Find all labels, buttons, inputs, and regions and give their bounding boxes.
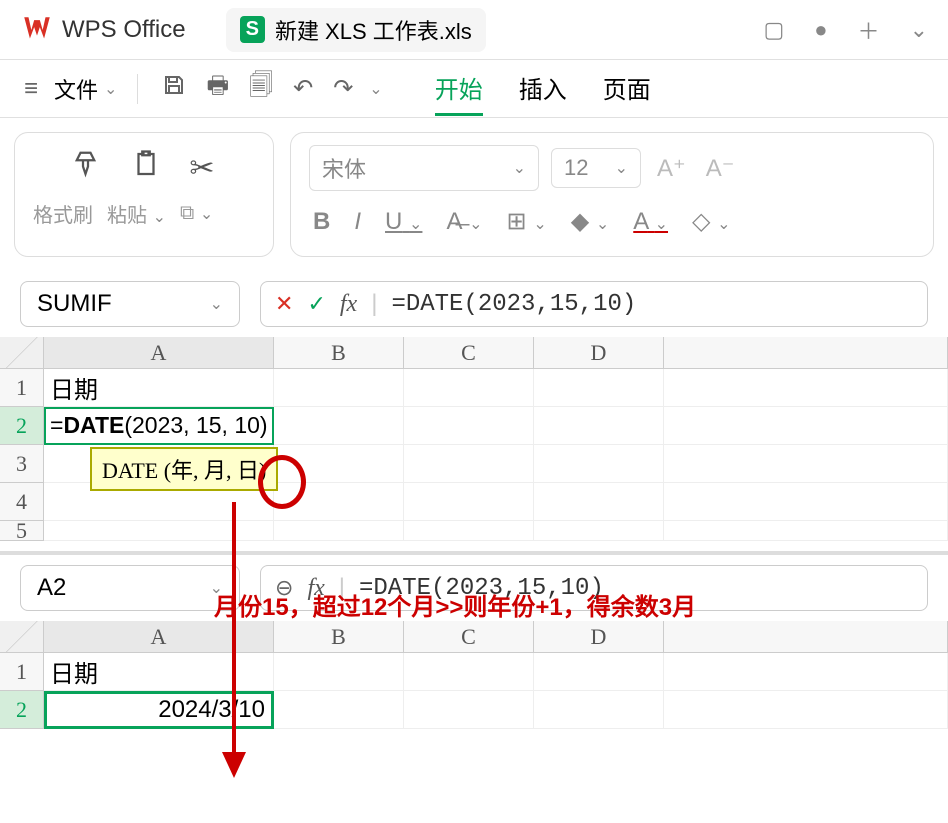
grid-2: A B C D 1 日期 2 2024/3/10 (0, 621, 948, 729)
more-quick-icon[interactable]: ⌄ (369, 79, 382, 99)
fx-icon[interactable]: fx (340, 291, 357, 318)
file-menu[interactable]: 文件⌄ (54, 73, 117, 105)
app-name: WPS Office (62, 16, 186, 44)
bold-button[interactable]: B (313, 208, 330, 236)
document-tab-label: 新建 XLS 工作表.xls (275, 14, 472, 46)
name-box-1[interactable]: SUMIF⌄ (20, 281, 240, 327)
eraser-button[interactable]: ◇ ⌄ (692, 207, 731, 236)
cell-D1[interactable] (534, 369, 664, 407)
annotation-circle (258, 455, 306, 509)
row-header-2[interactable]: 2 (0, 407, 44, 445)
formula-input-1[interactable]: ✕ ✓ fx | =DATE(2023,15,10) (260, 281, 928, 327)
col-header-D-2[interactable]: D (534, 621, 664, 653)
increase-font-icon[interactable]: A⁺ (653, 154, 690, 183)
cell-C1[interactable] (404, 369, 534, 407)
cell-C2[interactable] (404, 407, 534, 445)
ribbon: ✂ 格式刷 粘贴 ⌄ ⧉ ⌄ 宋体⌄ 12⌄ A⁺ A⁻ B I U ⌄ A̶ … (0, 118, 948, 271)
cell-A2b[interactable]: 2024/3/10 (44, 691, 274, 729)
col-header-C-2[interactable]: C (404, 621, 534, 653)
confirm-formula-icon[interactable]: ✓ (307, 291, 325, 317)
font-name-select[interactable]: 宋体⌄ (309, 145, 539, 191)
annotation-text: 月份15，超过12个月>>则年份+1，得余数3月 (214, 587, 696, 622)
col-header-D[interactable]: D (534, 337, 664, 369)
document-tab[interactable]: S 新建 XLS 工作表.xls (226, 8, 486, 52)
col-header-B[interactable]: B (274, 337, 404, 369)
paste-icon[interactable] (131, 149, 161, 187)
font-group: 宋体⌄ 12⌄ A⁺ A⁻ B I U ⌄ A̶ ⌄ ⊞ ⌄ ◆ ⌄ A ⌄ ◇… (290, 132, 934, 257)
cancel-formula-icon[interactable]: ✕ (275, 291, 293, 317)
cut-icon[interactable]: ✂ (189, 151, 214, 186)
row-header-1b[interactable]: 1 (0, 653, 44, 691)
fill-color-button[interactable]: ◆ ⌄ (571, 207, 610, 236)
cell-A2-editing[interactable]: =DATE(2023, 15, 10) (44, 407, 274, 445)
row-header-4[interactable]: 4 (0, 483, 44, 521)
border-button[interactable]: ⊞ ⌄ (507, 207, 547, 236)
cell-B2[interactable] (274, 407, 404, 445)
formula-bar-1: SUMIF⌄ ✕ ✓ fx | =DATE(2023,15,10) (0, 271, 948, 337)
print-preview-icon[interactable]: 🗐 (245, 64, 277, 113)
brush-label[interactable]: 格式刷 (33, 199, 93, 228)
name-box-2[interactable]: A2⌄ (20, 565, 240, 611)
dot-icon[interactable]: ● (814, 17, 827, 43)
save-icon[interactable] (158, 69, 190, 108)
title-bar: WPS Office S 新建 XLS 工作表.xls ▢ ● ＋ ⌄ (0, 0, 948, 60)
function-tooltip: DATE (年, 月, 日) (90, 447, 278, 491)
col-header-rest[interactable] (664, 337, 948, 369)
col-header-A[interactable]: A (44, 337, 274, 369)
decrease-font-icon[interactable]: A⁻ (702, 154, 739, 183)
underline-button[interactable]: U ⌄ (385, 208, 422, 236)
row-header-3[interactable]: 3 (0, 445, 44, 483)
select-all-corner-2[interactable] (0, 621, 44, 653)
col-header-A-2[interactable]: A (44, 621, 274, 653)
menu-bar: ≡ 文件⌄ 🖶 🗐 ↶ ↷ ⌄ 开始 插入 页面 (0, 60, 948, 118)
sheet-icon: S (240, 16, 265, 43)
clipboard-group: ✂ 格式刷 粘贴 ⌄ ⧉ ⌄ (14, 132, 274, 257)
window-layout-icon[interactable]: ▢ (763, 17, 784, 43)
add-tab-button[interactable]: ＋ (858, 14, 880, 46)
cell-D2[interactable] (534, 407, 664, 445)
wps-logo-icon (20, 13, 54, 47)
col-header-C[interactable]: C (404, 337, 534, 369)
tab-page[interactable]: 页面 (603, 62, 651, 116)
undo-icon[interactable]: ↶ (289, 70, 317, 107)
row-header-1[interactable]: 1 (0, 369, 44, 407)
brush-icon[interactable] (73, 149, 103, 187)
select-all-corner[interactable] (0, 337, 44, 369)
copy-icon[interactable]: ⧉ ⌄ (180, 202, 213, 225)
col-header-B-2[interactable]: B (274, 621, 404, 653)
font-size-select[interactable]: 12⌄ (551, 148, 641, 188)
cell-A1b[interactable]: 日期 (44, 653, 274, 691)
print-icon[interactable]: 🖶 (202, 64, 233, 113)
more-icon[interactable]: ⌄ (910, 17, 928, 43)
tab-insert[interactable]: 插入 (519, 62, 567, 116)
cell-A1[interactable]: 日期 (44, 369, 274, 407)
paste-label[interactable]: 粘贴 ⌄ (107, 199, 166, 228)
redo-icon[interactable]: ↷ (329, 70, 357, 107)
formula-text-1[interactable]: =DATE(2023,15,10) (391, 291, 636, 318)
grid-1: A B C D 1 日期 2 =DATE(2023, 15, 10) (0, 337, 948, 547)
tab-start[interactable]: 开始 (435, 62, 483, 116)
row-header-2b[interactable]: 2 (0, 691, 44, 729)
italic-button[interactable]: I (354, 208, 361, 236)
row-header-5[interactable]: 5 (0, 521, 44, 541)
cell-B1[interactable] (274, 369, 404, 407)
menu-icon[interactable]: ≡ (20, 71, 42, 107)
font-style-button[interactable]: A̶ ⌄ (446, 208, 482, 236)
font-color-button[interactable]: A ⌄ (633, 208, 668, 236)
